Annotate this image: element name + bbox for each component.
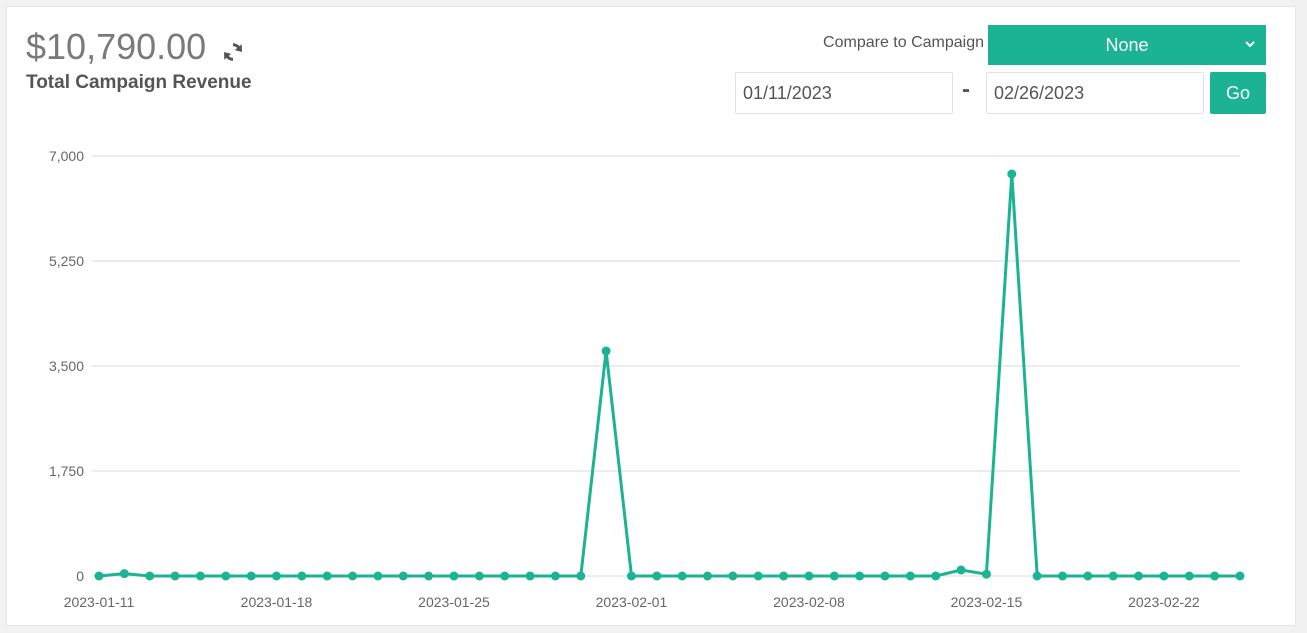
data-point[interactable] (1058, 571, 1068, 581)
y-tick-label: 7,000 (49, 148, 84, 164)
data-point[interactable] (500, 571, 510, 581)
data-point[interactable] (626, 571, 636, 581)
data-point[interactable] (348, 571, 358, 581)
data-point[interactable] (652, 571, 662, 581)
data-point[interactable] (703, 571, 713, 581)
data-point[interactable] (449, 571, 459, 581)
data-point[interactable] (94, 571, 104, 581)
data-point[interactable] (474, 571, 484, 581)
data-point[interactable] (271, 571, 281, 581)
x-tick-label: 2023-02-15 (951, 594, 1023, 610)
data-point[interactable] (195, 571, 205, 581)
data-point[interactable] (1159, 571, 1169, 581)
y-tick-label: 1,750 (49, 463, 84, 479)
data-point[interactable] (728, 571, 738, 581)
x-tick-label: 2023-02-01 (596, 594, 668, 610)
data-point[interactable] (424, 571, 434, 581)
data-point[interactable] (322, 571, 332, 581)
data-point[interactable] (1032, 571, 1042, 581)
data-point[interactable] (525, 571, 535, 581)
data-point[interactable] (1007, 169, 1017, 179)
data-point[interactable] (779, 571, 789, 581)
data-point[interactable] (1083, 571, 1093, 581)
data-point[interactable] (829, 571, 839, 581)
data-point[interactable] (297, 571, 307, 581)
data-point[interactable] (170, 571, 180, 581)
data-point[interactable] (221, 571, 231, 581)
data-point[interactable] (981, 569, 991, 579)
data-point[interactable] (880, 571, 890, 581)
revenue-line-chart: 0 1,750 3,500 5,250 7,000 2023-01-11 2023-01-1… (49, 148, 1245, 610)
data-point[interactable] (119, 569, 129, 579)
data-point[interactable] (753, 571, 763, 581)
data-point[interactable] (1134, 571, 1144, 581)
data-point[interactable] (855, 571, 865, 581)
data-point[interactable] (550, 571, 560, 581)
data-point[interactable] (576, 571, 586, 581)
y-tick-label: 5,250 (49, 253, 84, 269)
data-point[interactable] (677, 571, 687, 581)
data-point[interactable] (1235, 571, 1245, 581)
data-point[interactable] (373, 571, 383, 581)
data-point[interactable] (398, 571, 408, 581)
data-point[interactable] (1210, 571, 1220, 581)
x-tick-label: 2023-01-25 (418, 594, 490, 610)
series-line (98, 172, 1240, 578)
x-tick-label: 2023-02-08 (773, 594, 845, 610)
data-point[interactable] (905, 571, 915, 581)
data-point[interactable] (931, 571, 941, 581)
x-tick-label: 2023-02-22 (1128, 594, 1200, 610)
data-point[interactable] (1108, 571, 1118, 581)
x-tick-label: 2023-01-11 (64, 594, 135, 610)
data-point[interactable] (956, 565, 966, 575)
data-point[interactable] (246, 571, 256, 581)
y-tick-label: 3,500 (49, 358, 84, 374)
x-tick-label: 2023-01-18 (241, 594, 313, 610)
data-point[interactable] (1184, 571, 1194, 581)
y-tick-label: 0 (76, 568, 84, 584)
data-point[interactable] (804, 571, 814, 581)
data-point[interactable] (145, 571, 155, 581)
data-point[interactable] (601, 346, 611, 356)
